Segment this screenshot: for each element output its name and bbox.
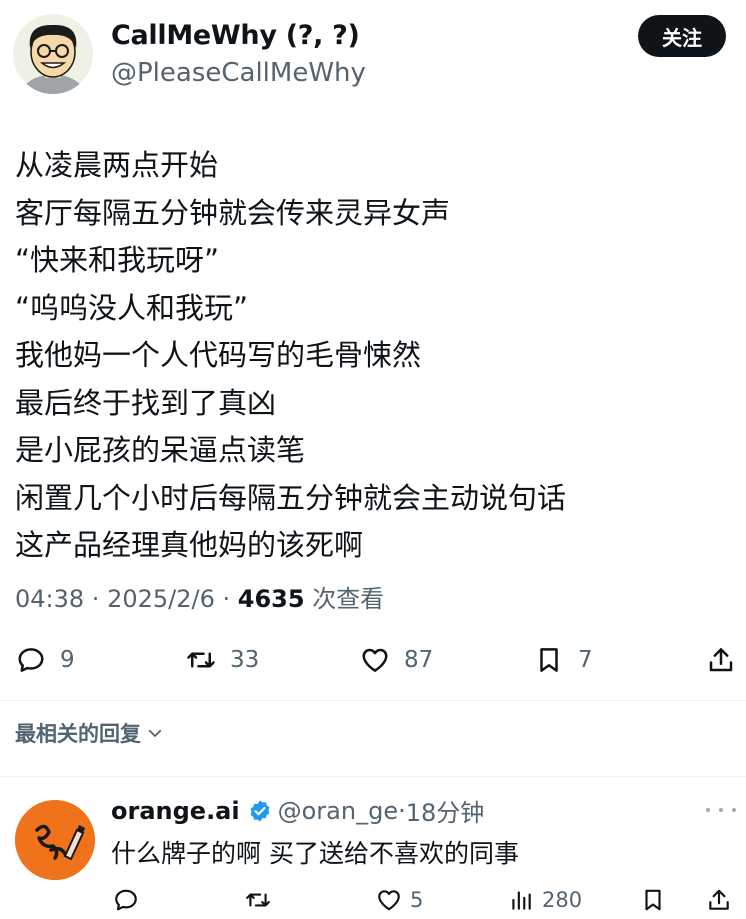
like-button[interactable]: 87 <box>360 638 433 682</box>
share-icon <box>709 889 729 910</box>
tweet-text-line: 从凌晨两点开始 <box>15 148 219 182</box>
retweet-count: 33 <box>230 647 260 673</box>
more-icon[interactable] <box>706 800 736 820</box>
reply-reply-button[interactable] <box>113 883 139 917</box>
reply-header: orange.ai @oran_ge · 18分钟 <box>111 793 484 828</box>
author-avatar[interactable] <box>13 14 93 94</box>
reply-views-button[interactable]: 280 <box>508 883 582 917</box>
tweet-text-line: 这产品经理真他妈的该死啊 <box>15 528 364 562</box>
reply-like-button[interactable]: 5 <box>376 883 423 917</box>
tweet-text-line: “呜呜没人和我玩” <box>15 290 249 325</box>
separator: · <box>84 585 108 613</box>
tweet-text: 从凌晨两点开始 客厅每隔五分钟就会传来灵异女声 “快来和我玩呀” “呜呜没人和我… <box>15 142 735 570</box>
retweet-icon <box>187 652 215 668</box>
tweet-text-line: 最后终于找到了真凶 <box>15 385 277 420</box>
bookmark-button[interactable]: 7 <box>534 638 593 682</box>
reply-actions: 5 280 <box>0 883 746 917</box>
reply-author-handle[interactable]: @oran_ge <box>278 797 398 825</box>
views-icon <box>512 891 531 910</box>
reply-time[interactable]: 18分钟 <box>406 793 485 828</box>
tweet-actions: 9 33 87 7 <box>0 638 746 682</box>
reply-sort-label: 最相关的回复 <box>15 722 141 746</box>
tweet-text-line: 我他妈一个人代码写的毛骨悚然 <box>15 338 422 372</box>
tweet-date[interactable]: 2025/2/6 <box>107 585 215 613</box>
divider <box>0 700 746 701</box>
reply-like-count: 5 <box>410 888 424 912</box>
reply-view-count: 280 <box>542 888 583 912</box>
reply-sort-dropdown[interactable]: 最相关的回复 <box>15 718 164 748</box>
reply-count: 9 <box>60 647 75 673</box>
follow-button[interactable]: 关注 <box>638 15 726 57</box>
like-icon <box>378 890 400 911</box>
share-icon <box>709 648 733 672</box>
tweet-text-line: 是小屁孩的呆逼点读笔 <box>15 433 306 467</box>
reply-author-name[interactable]: orange.ai <box>111 797 240 825</box>
tweet-meta: 04:38 · 2025/2/6 · 4635 次查看 <box>15 579 384 614</box>
view-count-label: 次查看 <box>312 585 385 613</box>
retweet-button[interactable]: 33 <box>186 638 259 682</box>
reply-icon <box>115 889 137 911</box>
reply-text: 什么牌子的啊 买了送给不喜欢的同事 <box>111 839 519 868</box>
like-icon <box>362 648 388 672</box>
reply-icon <box>18 648 44 672</box>
separator: · <box>214 585 238 613</box>
retweet-icon <box>246 893 270 907</box>
reply-share-button[interactable] <box>706 883 732 917</box>
tweet-text-line: 客厅每隔五分钟就会传来灵异女声 <box>15 195 451 230</box>
view-count: 4635 <box>237 585 305 613</box>
reply-button[interactable]: 9 <box>16 638 75 682</box>
author-name[interactable]: CallMeWhy (?, ?) <box>111 20 360 51</box>
bookmark-icon <box>540 648 558 672</box>
reply-retweet-button[interactable] <box>245 883 271 917</box>
author-handle[interactable]: @PleaseCallMeWhy <box>111 58 366 88</box>
divider <box>0 776 746 777</box>
bookmark-icon <box>645 889 661 911</box>
tweet-text-line: “快来和我玩呀” <box>15 243 220 277</box>
bookmark-count: 7 <box>578 647 593 673</box>
share-button[interactable] <box>706 638 736 682</box>
separator: · <box>398 796 406 825</box>
verified-badge-icon <box>250 800 270 821</box>
tweet-time[interactable]: 04:38 <box>15 585 84 613</box>
tweet-text-line: 闲置几个小时后每隔五分钟就会主动说句话 <box>15 480 567 515</box>
reply-author-avatar[interactable] <box>15 800 95 880</box>
chevron-down-icon <box>148 729 162 737</box>
like-count: 87 <box>404 647 434 673</box>
reply-bookmark-button[interactable] <box>640 883 666 917</box>
